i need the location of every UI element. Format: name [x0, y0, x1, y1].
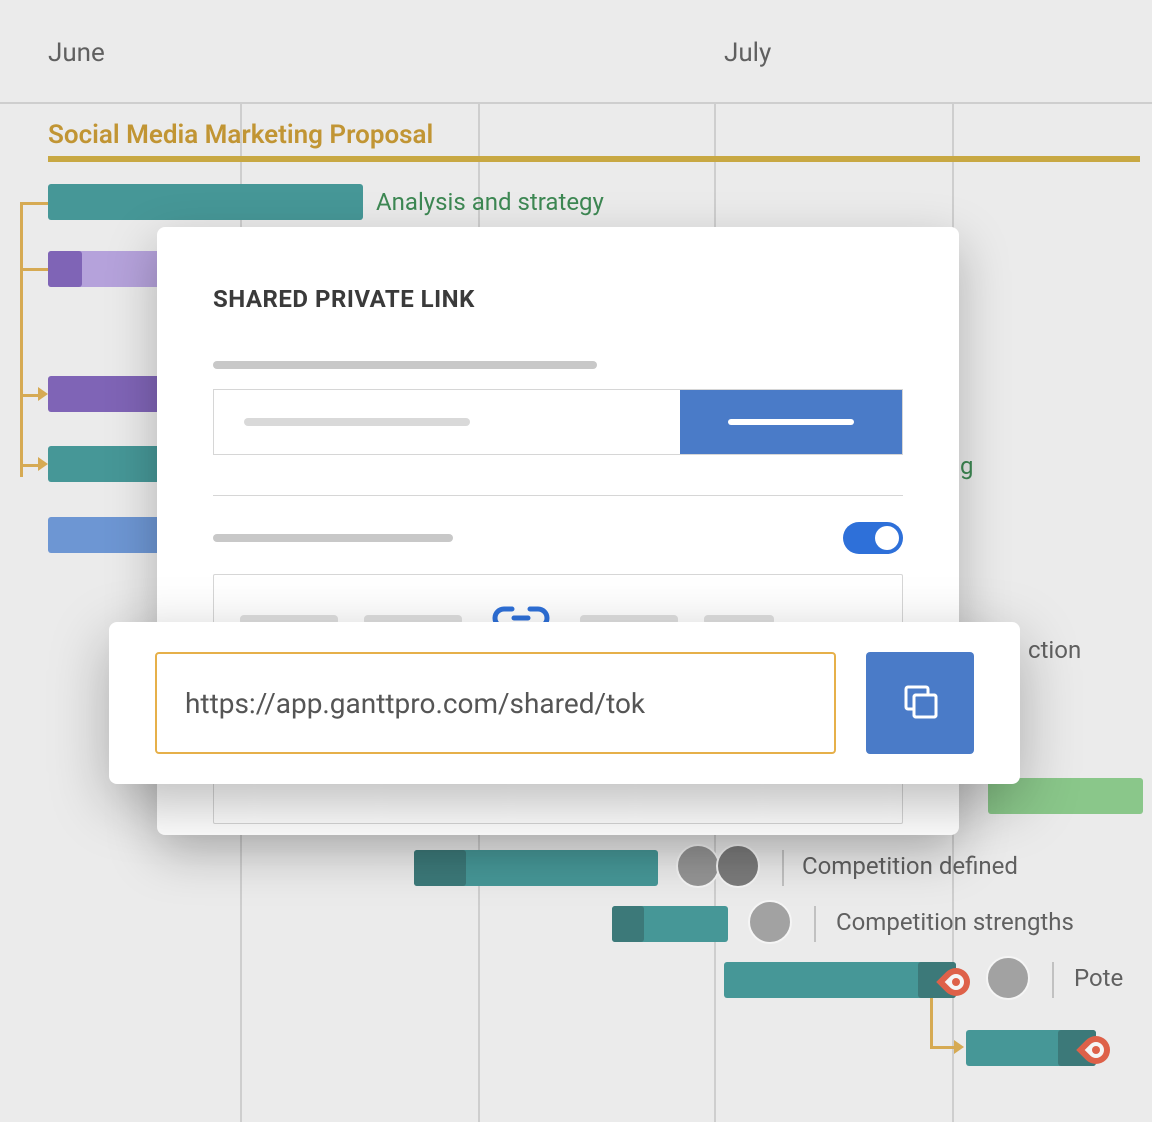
placeholder-text — [244, 418, 470, 426]
month-label-june: June — [48, 38, 105, 68]
divider — [213, 495, 903, 496]
project-underline — [48, 156, 1140, 162]
task-label-partial: ction — [1028, 636, 1081, 664]
task-bar[interactable] — [48, 184, 363, 220]
share-url-popover: https://app.ganttpro.com/shared/tok — [109, 622, 1020, 784]
copy-icon — [898, 679, 942, 727]
invite-button[interactable] — [680, 390, 902, 454]
placeholder-text — [213, 534, 453, 542]
task-progress — [414, 850, 466, 886]
avatar[interactable] — [986, 956, 1030, 1000]
dependency-line — [20, 268, 48, 271]
project-title: Social Media Marketing Proposal — [48, 120, 433, 150]
separator — [814, 906, 816, 942]
avatar[interactable] — [748, 900, 792, 944]
email-input-row — [213, 389, 903, 455]
task-label: Competition strengths — [836, 908, 1074, 936]
task-group-label: Analysis and strategy — [376, 188, 604, 216]
dependency-line — [930, 998, 933, 1048]
dialog-title: SHARED PRIVATE LINK — [213, 285, 903, 313]
dependency-line — [20, 202, 23, 477]
share-url-input[interactable]: https://app.ganttpro.com/shared/tok — [155, 652, 836, 754]
task-progress — [48, 251, 82, 287]
avatar[interactable] — [676, 844, 720, 888]
dependency-arrow — [954, 1040, 964, 1054]
separator — [782, 850, 784, 886]
button-label-placeholder — [728, 419, 854, 425]
public-url-toggle[interactable] — [843, 522, 903, 554]
avatar[interactable] — [716, 844, 760, 888]
task-progress — [612, 906, 644, 942]
task-label: Pote — [1074, 964, 1123, 992]
email-input[interactable] — [214, 390, 680, 454]
dependency-arrow — [38, 387, 48, 401]
placeholder-text — [213, 361, 597, 369]
copy-url-button[interactable] — [866, 652, 974, 754]
task-label-partial: g — [960, 452, 973, 480]
timeline-header — [0, 0, 1152, 104]
separator — [1052, 962, 1054, 998]
public-url-row — [213, 522, 903, 554]
task-label: Competition defined — [802, 852, 1018, 880]
dependency-arrow — [38, 457, 48, 471]
month-label-july: July — [724, 38, 771, 68]
dependency-line — [20, 202, 48, 205]
share-url-text: https://app.ganttpro.com/shared/tok — [185, 687, 645, 720]
